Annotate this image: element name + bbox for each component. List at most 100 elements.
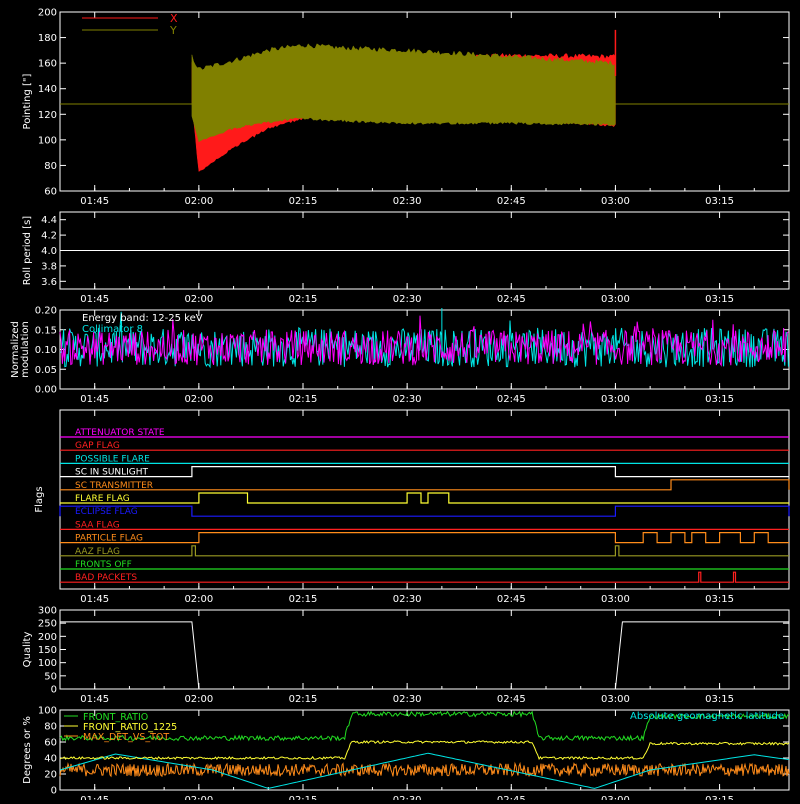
flag-label: FRONTS OFF xyxy=(75,560,132,570)
y-tick-label: 300 xyxy=(38,606,57,617)
y-tick-label: 250 xyxy=(38,619,57,630)
flag-line-sc-transmitter xyxy=(60,479,790,491)
y-axis-label: Pointing ["] xyxy=(22,73,33,129)
x-tick-label: 02:00 xyxy=(184,294,213,305)
flag-line-sc-in-sunlight xyxy=(60,466,789,478)
x-tick-label: 02:00 xyxy=(184,694,213,705)
y-tick-label: 100 xyxy=(38,706,57,717)
y-tick-label: 140 xyxy=(38,84,57,95)
flag-label: FLARE FLAG xyxy=(75,494,130,504)
x-tick-label: 02:00 xyxy=(184,795,213,800)
x-tick-label: 03:15 xyxy=(705,196,734,207)
y-tick-label: 200 xyxy=(38,632,57,643)
y-axis-label: Quality xyxy=(22,632,33,668)
x-tick-label: 03:00 xyxy=(601,594,630,605)
y-tick-label: 20 xyxy=(44,770,57,781)
y-tick-label: 40 xyxy=(44,754,57,765)
x-tick-label: 02:30 xyxy=(393,394,422,405)
modulation-annotation: Collimator 8 xyxy=(82,324,143,335)
x-tick-label: 03:00 xyxy=(601,196,630,207)
x-tick-label: 02:45 xyxy=(497,795,526,800)
y-tick-label: 0.20 xyxy=(35,306,57,317)
y-tick-label: 4.2 xyxy=(41,231,57,242)
y-tick-label: 100 xyxy=(38,658,57,669)
y-axis-label: Degrees or % xyxy=(22,716,33,784)
x-tick-label: 02:45 xyxy=(497,394,526,405)
flag-label: GAP FLAG xyxy=(75,441,120,451)
flag-label: ATTENUATOR STATE xyxy=(75,428,165,438)
x-tick-label: 01:45 xyxy=(80,394,109,405)
flag-label: PARTICLE FLAG xyxy=(75,534,143,544)
y-tick-label: 60 xyxy=(44,187,57,198)
y-tick-label: 150 xyxy=(38,645,57,656)
y-tick-label: 4.0 xyxy=(41,246,57,257)
y-axis-label: modulation xyxy=(20,321,31,378)
x-tick-label: 01:45 xyxy=(80,196,109,207)
flag-label: ECLIPSE FLAG xyxy=(75,507,138,517)
y-tick-label: 80 xyxy=(44,161,57,172)
x-tick-label: 02:15 xyxy=(289,795,318,800)
x-tick-label: 03:15 xyxy=(705,694,734,705)
x-tick-label: 02:15 xyxy=(289,594,318,605)
x-tick-label: 02:00 xyxy=(184,196,213,207)
x-tick-label: 02:30 xyxy=(393,694,422,705)
y-axis-label: Roll period [s] xyxy=(22,216,33,285)
y-tick-label: 0.15 xyxy=(35,325,57,336)
x-tick-label: 02:00 xyxy=(184,394,213,405)
x-tick-label: 02:15 xyxy=(289,294,318,305)
x-tick-label: 01:45 xyxy=(80,795,109,800)
x-tick-label: 03:00 xyxy=(601,294,630,305)
flag-label: POSSIBLE FLARE xyxy=(75,454,150,464)
y-tick-label: 160 xyxy=(38,59,57,70)
x-tick-label: 03:15 xyxy=(705,795,734,800)
flag-label: SAA FLAG xyxy=(75,520,120,530)
x-tick-label: 03:00 xyxy=(601,795,630,800)
x-tick-label: 02:15 xyxy=(289,196,318,207)
flag-label: SC IN SUNLIGHT xyxy=(75,468,149,478)
y-tick-label: 3.8 xyxy=(41,261,57,272)
y-tick-label: 4.4 xyxy=(41,215,57,226)
flag-label: AAZ FLAG xyxy=(75,547,120,557)
y-tick-label: 0 xyxy=(51,786,57,797)
geomag-legend-label: Absolute geomagnetic latitude xyxy=(630,711,784,722)
x-tick-label: 02:15 xyxy=(289,394,318,405)
x-tick-label: 03:15 xyxy=(705,294,734,305)
x-tick-label: 01:45 xyxy=(80,594,109,605)
flag-label: SC TRANSMITTER xyxy=(75,481,153,491)
flag-line-aaz-flag xyxy=(60,545,789,557)
modulation-annotation: Energy band: 12-25 keV xyxy=(82,313,203,324)
flag-line-particle-flag xyxy=(60,531,789,544)
rhessi-quicklook-figure: 01:45 02:00 02:15 02:30 02:45 03:00 03:15 60 80 1… xyxy=(0,0,800,804)
y-tick-label: 200 xyxy=(38,8,57,19)
x-tick-label: 03:15 xyxy=(705,394,734,405)
x-tick-label: 01:45 xyxy=(80,694,109,705)
x-tick-label: 02:00 xyxy=(184,594,213,605)
y-tick-label: 180 xyxy=(38,33,57,44)
flag-label: BAD PACKETS xyxy=(75,573,137,583)
quicklook-chart: 01:45 02:00 02:15 02:30 02:45 03:00 03:15 60 80 1… xyxy=(10,8,790,804)
y-tick-label: 50 xyxy=(44,671,57,682)
x-tick-label: 03:00 xyxy=(601,394,630,405)
y-tick-label: 120 xyxy=(38,110,57,121)
y-tick-label: 100 xyxy=(38,135,57,146)
x-tick-label: 01:45 xyxy=(80,294,109,305)
y-tick-label: 0.10 xyxy=(35,345,57,356)
x-tick-label: 03:15 xyxy=(705,594,734,605)
y-tick-label: 80 xyxy=(44,722,57,733)
y-tick-label: 0.00 xyxy=(35,385,57,396)
flag-line-flare-flag xyxy=(60,492,789,504)
ratio-legend-label: MAX_DET_VS_TOT xyxy=(83,732,169,743)
x-tick-label: 02:30 xyxy=(393,795,422,800)
x-tick-label: 02:30 xyxy=(393,594,422,605)
y-tick-label: 3.6 xyxy=(41,277,57,288)
legend-label-Y: Y xyxy=(169,24,177,37)
x-tick-label: 02:30 xyxy=(393,294,422,305)
x-tick-label: 02:45 xyxy=(497,594,526,605)
x-tick-label: 03:00 xyxy=(601,694,630,705)
flag-line-eclipse-flag xyxy=(59,505,790,517)
x-tick-label: 02:45 xyxy=(497,196,526,207)
y-tick-label: 0 xyxy=(51,685,57,696)
quality-line xyxy=(60,621,789,690)
y-tick-label: 60 xyxy=(44,738,57,749)
x-tick-label: 02:45 xyxy=(497,294,526,305)
